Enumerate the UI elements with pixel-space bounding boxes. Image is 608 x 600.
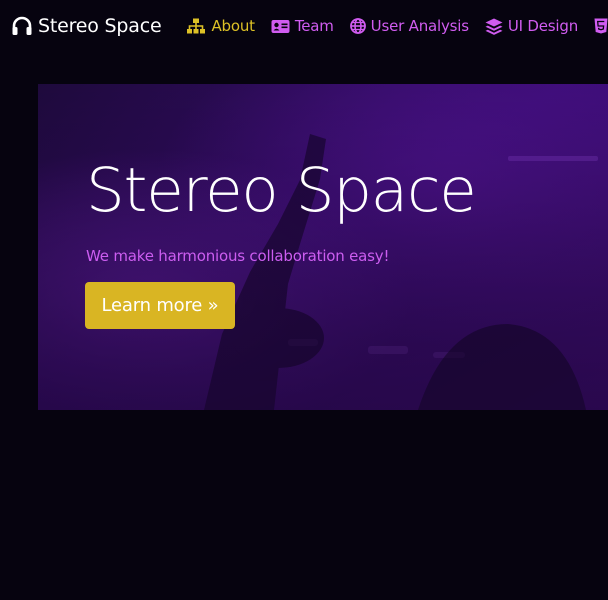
nav-menu: About Team User Analysis UI Design	[186, 17, 608, 35]
headphones-icon	[12, 16, 32, 35]
sitemap-icon	[186, 18, 206, 34]
nav-item-label: User Analysis	[370, 17, 469, 35]
nav-item-ui-design[interactable]: UI Design	[485, 17, 578, 35]
nav-item-about[interactable]: About	[186, 17, 255, 35]
hero-title: Stereo Space	[86, 155, 477, 226]
navbar: Stereo Space About Team User Analysis UI…	[0, 0, 608, 52]
nav-item-team[interactable]: Team	[271, 17, 334, 35]
nav-item-label: About	[211, 17, 255, 35]
hero-subtitle: We make harmonious collaboration easy!	[86, 247, 390, 265]
brand-name: Stereo Space	[38, 15, 162, 37]
learn-more-button[interactable]: Learn more »	[85, 282, 235, 329]
nav-item-more[interactable]: Mo	[594, 17, 608, 35]
nav-item-label: Team	[294, 17, 334, 35]
id-card-icon	[271, 19, 290, 34]
hero-jumbotron: Stereo Space We make harmonious collabor…	[38, 84, 608, 410]
nav-item-user-analysis[interactable]: User Analysis	[349, 17, 469, 35]
globe-icon	[349, 18, 366, 34]
html5-icon	[594, 18, 608, 34]
nav-item-label: UI Design	[507, 17, 579, 35]
brand-link[interactable]: Stereo Space	[11, 15, 162, 37]
layers-icon	[485, 18, 503, 35]
